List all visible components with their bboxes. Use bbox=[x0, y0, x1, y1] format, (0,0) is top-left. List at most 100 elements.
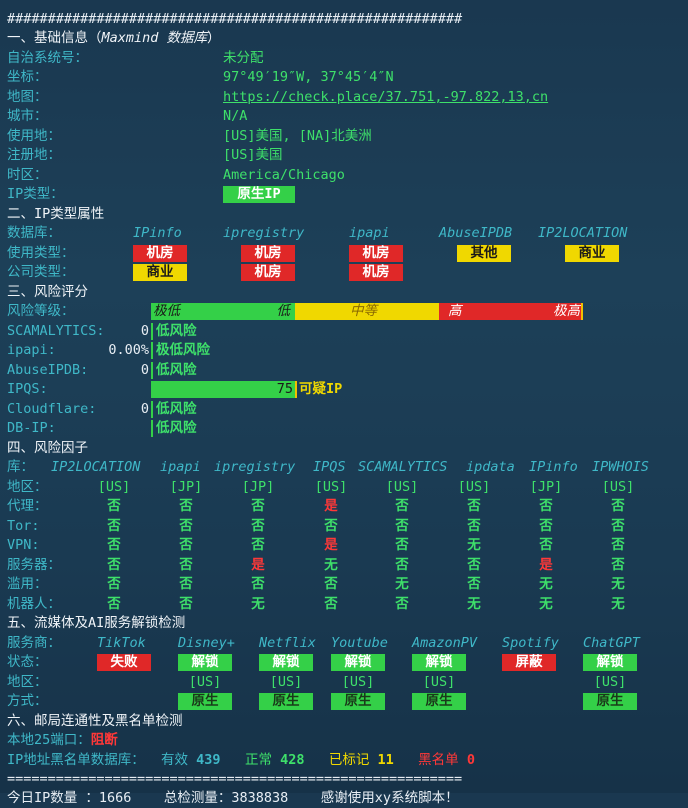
normal-count: 428 bbox=[280, 752, 305, 768]
service-status-badge: 解锁 bbox=[331, 654, 385, 671]
method-label: 方式： bbox=[7, 693, 48, 709]
risk-factor-cell: 否 bbox=[179, 537, 193, 553]
risk-marker bbox=[151, 401, 153, 418]
risk-score bbox=[40, 419, 149, 438]
info-value: [US]美国, [NA]北美洲 bbox=[223, 128, 372, 144]
service-region: [US] bbox=[341, 674, 375, 690]
info-label: IP类型： bbox=[7, 186, 64, 202]
footer-partial: 今日IP数量 ：1666 总检测量：3838838 感谢使用xy系统脚本！ bbox=[7, 790, 459, 806]
service-name: Youtube bbox=[331, 635, 388, 651]
section-basic-info-title: 一、基础信息（Maxmind 数据库） bbox=[7, 29, 221, 48]
risk-lib-name: ipdata bbox=[466, 459, 515, 475]
top-rule: ########################################… bbox=[7, 11, 463, 27]
risk-factor-cell: 无 bbox=[395, 576, 409, 592]
risk-lib-name: IPinfo bbox=[529, 459, 578, 475]
info-label: 注册地： bbox=[7, 147, 61, 163]
usage-type-badge: 机房 bbox=[241, 245, 295, 262]
company-type-badge: 商业 bbox=[133, 264, 187, 281]
risk-factor-cell: [JP] bbox=[169, 479, 203, 495]
risk-lib-name: SCAMALYTICS bbox=[358, 459, 448, 475]
service-method-badge: 原生 bbox=[259, 693, 313, 710]
risk-lib-name: IPWHOIS bbox=[592, 459, 649, 475]
risk-factor-cell: 否 bbox=[179, 518, 193, 534]
risk-level-text: 高 bbox=[448, 303, 462, 319]
risk-score: 75 bbox=[276, 381, 293, 397]
service-status-badge: 解锁 bbox=[259, 654, 313, 671]
risk-factor-cell: 否 bbox=[611, 537, 625, 553]
risk-factor-cell: 否 bbox=[395, 596, 409, 612]
port25-label: 本地25端口： bbox=[7, 732, 91, 748]
risk-marker bbox=[151, 342, 153, 359]
section-mail-title: 六、邮局连通性及黑名单检测 bbox=[7, 713, 183, 729]
risk-factor-cell: 否 bbox=[107, 518, 121, 534]
service-region: [US] bbox=[422, 674, 456, 690]
service-region: [US] bbox=[593, 674, 627, 690]
risk-factor-cell: 否 bbox=[395, 498, 409, 514]
service-method-badge: 原生 bbox=[583, 693, 637, 710]
risk-factor-cell: 否 bbox=[539, 498, 553, 514]
blacklist-row: IP地址黑名单数据库： 有效 439 正常 428 已标记 11 黑名单 0 bbox=[7, 751, 475, 770]
service-name: Spotify bbox=[502, 635, 559, 651]
db-label: 数据库： bbox=[7, 225, 61, 241]
risk-factor-cell: 否 bbox=[395, 557, 409, 573]
risk-factor-label: 服务器： bbox=[7, 557, 61, 573]
company-type-label: 公司类型： bbox=[7, 264, 75, 280]
risk-factor-cell: 否 bbox=[395, 537, 409, 553]
risk-score: 0 bbox=[140, 323, 149, 339]
usage-type-badge: 其他 bbox=[457, 245, 511, 262]
risk-factor-label: 代理： bbox=[7, 498, 48, 514]
risk-factor-cell: 否 bbox=[251, 576, 265, 592]
map-link[interactable]: https://check.place/37.751,-97.822,13,cn bbox=[223, 88, 548, 107]
section-title-end: ） bbox=[207, 30, 221, 46]
risk-factor-cell: 否 bbox=[107, 576, 121, 592]
risk-factor-cell: 否 bbox=[324, 596, 338, 612]
service-method-badge: 原生 bbox=[178, 693, 232, 710]
service-method-badge: 原生 bbox=[412, 693, 466, 710]
risk-factor-label: VPN: bbox=[7, 537, 40, 553]
risk-factor-cell: 否 bbox=[324, 518, 338, 534]
info-label: 使用地： bbox=[7, 128, 61, 144]
info-value: 97°49′19″W, 37°45′4″N bbox=[223, 69, 394, 85]
risk-text: 低风险 bbox=[156, 362, 197, 378]
info-value: America/Chicago bbox=[223, 167, 345, 183]
risk-factor-cell: 无 bbox=[467, 596, 481, 612]
risk-text: 低风险 bbox=[156, 420, 197, 436]
risk-score: 0 bbox=[140, 401, 149, 417]
risk-factor-cell: 否 bbox=[395, 518, 409, 534]
risk-factor-cell: 否 bbox=[467, 557, 481, 573]
info-value: 未分配 bbox=[223, 50, 264, 66]
risk-level-end bbox=[581, 303, 583, 320]
risk-factor-cell: 否 bbox=[539, 537, 553, 553]
risk-factor-cell: [US] bbox=[97, 479, 131, 495]
risk-factor-cell: 无 bbox=[611, 576, 625, 592]
db-name: ipapi bbox=[349, 225, 390, 241]
risk-score: 0 bbox=[140, 362, 149, 378]
risk-factor-cell: 否 bbox=[179, 596, 193, 612]
risk-factor-cell: 否 bbox=[179, 498, 193, 514]
risk-source-label: IPQS: bbox=[7, 381, 48, 397]
usage-type-badge: 机房 bbox=[133, 245, 187, 262]
risk-marker bbox=[151, 420, 153, 437]
risk-factor-cell: 否 bbox=[107, 537, 121, 553]
section-streaming-title: 五、流媒体及AI服务解锁检测 bbox=[7, 615, 186, 631]
marked-count: 11 bbox=[377, 752, 394, 768]
risk-marker bbox=[151, 362, 153, 379]
risk-factor-label: 机器人： bbox=[7, 596, 61, 612]
status-label: 状态： bbox=[7, 654, 48, 670]
db-name: IPinfo bbox=[133, 225, 182, 241]
risk-factor-cell: 否 bbox=[251, 537, 265, 553]
risk-factor-cell: 否 bbox=[611, 498, 625, 514]
section-risk-score-title: 三、风险评分 bbox=[7, 284, 88, 300]
risk-factor-label: 滥用： bbox=[7, 576, 48, 592]
risk-factor-cell: [US] bbox=[314, 479, 348, 495]
service-status-badge: 解锁 bbox=[583, 654, 637, 671]
normal-label: 正常 bbox=[244, 752, 272, 768]
info-label: 时区： bbox=[7, 167, 48, 183]
risk-factor-cell: 否 bbox=[107, 498, 121, 514]
risk-level-text: 低 bbox=[276, 303, 291, 319]
blacklist-count-label: 黑名单 bbox=[418, 752, 459, 768]
risk-lib-name: IPQS bbox=[313, 459, 346, 475]
section-ip-type-title: 二、IP类型属性 bbox=[7, 206, 105, 222]
blacklist-count: 0 bbox=[466, 752, 475, 768]
risk-text: 可疑IP bbox=[299, 381, 343, 397]
